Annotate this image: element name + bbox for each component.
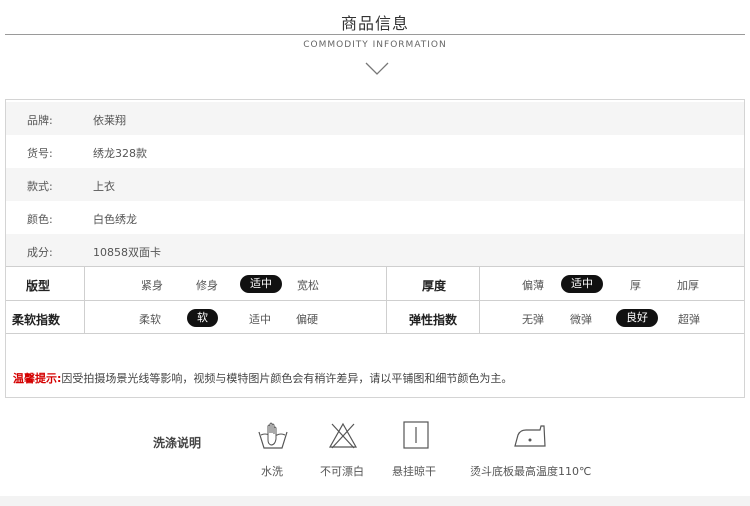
rating-label-softness: 柔软指数 <box>12 313 61 327</box>
fit-option: 宽松 <box>297 279 319 292</box>
info-label: 款式: <box>27 180 53 193</box>
notice-text: 因受拍摄场景光线等影响，视频与模特图片颜色会有稍许差异，请以平铺图和细节颜色为主… <box>61 372 513 385</box>
header-divider <box>5 34 745 35</box>
chevron-down-icon <box>365 62 389 75</box>
softness-option: 柔软 <box>139 313 161 326</box>
info-value: 白色绣龙 <box>93 213 137 226</box>
section-title: 商品信息 <box>340 14 409 33</box>
care-caption: 水洗 <box>261 465 283 478</box>
info-row-material: 成分: 10858双面卡 <box>6 234 744 267</box>
info-row-sku: 货号: 绣龙328款 <box>6 135 744 168</box>
elasticity-option: 超弹 <box>678 313 700 326</box>
rating-label-fit: 版型 <box>26 279 51 293</box>
info-label: 品牌: <box>27 114 53 127</box>
care-item-no-bleach: 不可漂白 <box>320 420 364 478</box>
fit-option: 紧身 <box>141 279 163 292</box>
iron-icon <box>514 425 546 447</box>
thickness-option: 厚 <box>630 279 641 292</box>
info-value: 10858双面卡 <box>93 246 161 259</box>
fit-option-selected: 适中 <box>240 275 282 293</box>
care-label: 洗涤说明 <box>153 436 202 450</box>
color-notice: 温馨提示:因受拍摄场景光线等影响，视频与模特图片颜色会有稍许差异，请以平铺图和细… <box>13 370 512 386</box>
care-caption: 烫斗底板最高温度110℃ <box>470 465 592 478</box>
info-row-color: 颜色: 白色绣龙 <box>6 201 744 234</box>
info-label: 颜色: <box>27 213 53 226</box>
rating-row-fit-thickness: 版型 紧身 修身 适中 宽松 厚度 偏薄 适中 厚 加厚 <box>6 266 744 300</box>
section-subtitle: COMMODITY INFORMATION <box>303 40 447 50</box>
fit-option: 修身 <box>196 279 218 292</box>
info-value: 绣龙328款 <box>93 147 147 160</box>
elasticity-option: 微弹 <box>570 313 592 326</box>
elasticity-option: 无弹 <box>522 313 544 326</box>
softness-option-selected: 软 <box>187 309 218 327</box>
softness-option: 适中 <box>249 313 271 326</box>
info-label: 成分: <box>27 246 53 259</box>
care-instructions: 洗涤说明 水洗 不可漂白 悬挂晾干 烫斗底板最高温度110℃ <box>0 410 750 490</box>
care-item-hang-dry: 悬挂晾干 <box>392 420 436 478</box>
hand-wash-icon <box>258 422 288 449</box>
section-header: 商品信息 COMMODITY INFORMATION <box>0 0 750 90</box>
notice-prefix: 温馨提示: <box>13 372 62 385</box>
info-label: 货号: <box>27 147 53 160</box>
hang-dry-icon <box>403 421 429 449</box>
info-value: 依莱翔 <box>93 114 126 127</box>
info-row-brand: 品牌: 依莱翔 <box>6 102 744 135</box>
no-bleach-icon <box>328 422 358 449</box>
rating-row-softness-elasticity: 柔软指数 柔软 软 适中 偏硬 弹性指数 无弹 微弹 良好 超弹 <box>6 300 744 334</box>
product-info-table: 品牌: 依莱翔 货号: 绣龙328款 款式: 上衣 颜色: 白色绣龙 成分: 1… <box>5 99 745 398</box>
softness-option: 偏硬 <box>296 313 318 326</box>
thickness-option: 加厚 <box>677 279 699 292</box>
care-caption: 不可漂白 <box>320 465 364 478</box>
care-item-hand-wash: 水洗 <box>256 420 290 478</box>
thickness-option-selected: 适中 <box>561 275 603 293</box>
rating-label-thickness: 厚度 <box>422 279 447 293</box>
elasticity-option-selected: 良好 <box>616 309 658 327</box>
footer-band <box>0 496 750 506</box>
info-value: 上衣 <box>93 180 115 193</box>
thickness-option: 偏薄 <box>522 279 544 292</box>
care-item-iron: 烫斗底板最高温度110℃ <box>470 420 591 478</box>
rating-label-elasticity: 弹性指数 <box>409 313 458 327</box>
info-row-style: 款式: 上衣 <box>6 168 744 201</box>
care-caption: 悬挂晾干 <box>392 465 436 478</box>
